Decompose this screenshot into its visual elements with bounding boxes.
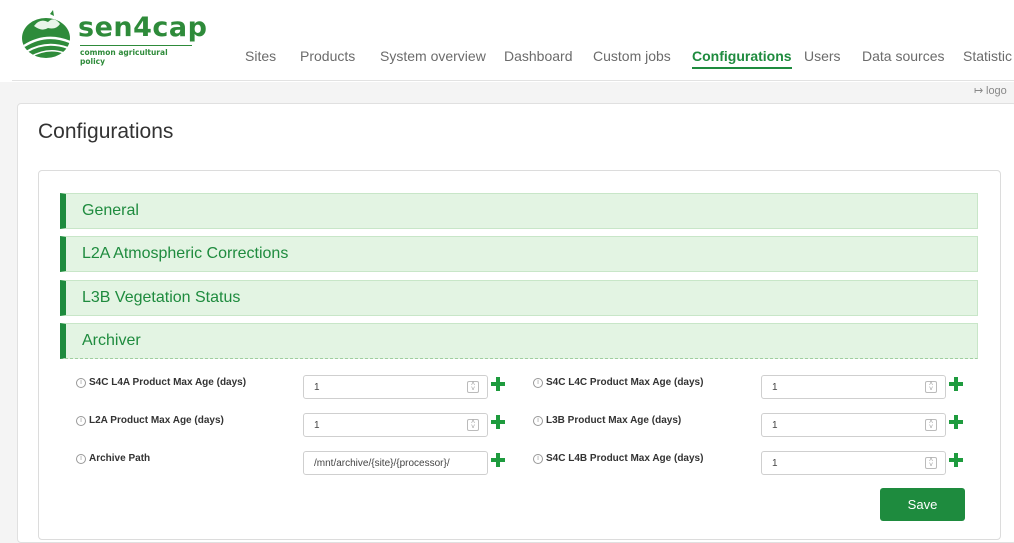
label-l2a-max-age: i L2A Product Max Age (days) — [76, 415, 224, 426]
accordion-general-label: General — [82, 202, 139, 219]
accordion-l2a[interactable]: L2A Atmospheric Corrections — [60, 236, 978, 272]
field-value: 1 — [772, 420, 778, 431]
nav-products[interactable]: Products — [300, 48, 355, 64]
accordion-l2a-label: L2A Atmospheric Corrections — [82, 245, 289, 262]
spinner-icon[interactable]: ˄ ˅ — [925, 419, 937, 431]
label-s4c-l4c-max-age: i S4C L4C Product Max Age (days) — [533, 377, 703, 388]
nav-custom-jobs[interactable]: Custom jobs — [593, 48, 671, 64]
logoff-label: logo — [986, 85, 1007, 97]
accordion-archiver-label: Archiver — [82, 332, 141, 349]
add-icon[interactable] — [949, 377, 963, 391]
spinner-icon[interactable]: ˄ ˅ — [467, 419, 479, 431]
accordion-general[interactable]: General — [60, 193, 978, 229]
nav-users[interactable]: Users — [804, 48, 841, 64]
spinner-icon[interactable]: ˄ ˅ — [925, 457, 937, 469]
archive-path-input[interactable]: /mnt/archive/{site}/{processor}/ — [303, 451, 488, 475]
info-icon: i — [533, 378, 543, 388]
s4c-l4a-max-age-input[interactable]: 1 ˄ ˅ — [303, 375, 488, 399]
logout-icon: ↦ — [974, 85, 984, 97]
add-icon[interactable] — [491, 415, 505, 429]
spinner-icon[interactable]: ˄ ˅ — [467, 381, 479, 393]
add-icon[interactable] — [949, 415, 963, 429]
save-button[interactable]: Save — [880, 488, 965, 521]
info-icon: i — [76, 416, 86, 426]
top-header: sen4cap common agricultural policy Sites… — [0, 0, 1014, 82]
l3b-max-age-input[interactable]: 1 ˄ ˅ — [761, 413, 946, 437]
l2a-max-age-input[interactable]: 1 ˄ ˅ — [303, 413, 488, 437]
nav-data-sources[interactable]: Data sources — [862, 48, 944, 64]
page-title: Configurations — [38, 120, 174, 143]
info-icon: i — [76, 378, 86, 388]
add-icon[interactable] — [491, 453, 505, 467]
logo-divider — [80, 45, 192, 46]
field-value: 1 — [772, 458, 778, 469]
nav-statistics[interactable]: Statistic — [963, 48, 1012, 64]
main-nav: Sites Products System overview Dashboard… — [0, 48, 1014, 72]
logoff-link[interactable]: ↦ logo — [974, 84, 1007, 97]
logo-title: sen4cap — [78, 12, 208, 43]
nav-dashboard[interactable]: Dashboard — [504, 48, 573, 64]
label-s4c-l4a-max-age: i S4C L4A Product Max Age (days) — [76, 377, 246, 388]
field-value: 1 — [314, 382, 320, 393]
add-icon[interactable] — [491, 377, 505, 391]
nav-configurations[interactable]: Configurations — [692, 48, 792, 69]
label-l3b-max-age: i L3B Product Max Age (days) — [533, 415, 681, 426]
nav-system-overview[interactable]: System overview — [380, 48, 486, 64]
add-icon[interactable] — [949, 453, 963, 467]
accordion-archiver[interactable]: Archiver — [60, 323, 978, 359]
info-icon: i — [533, 454, 543, 464]
nav-sites[interactable]: Sites — [245, 48, 276, 64]
s4c-l4b-max-age-input[interactable]: 1 ˄ ˅ — [761, 451, 946, 475]
field-value: 1 — [772, 382, 778, 393]
label-archive-path: i Archive Path — [76, 453, 150, 464]
header-divider — [12, 80, 1014, 81]
info-icon: i — [533, 416, 543, 426]
spinner-icon[interactable]: ˄ ˅ — [925, 381, 937, 393]
accordion-l3b[interactable]: L3B Vegetation Status — [60, 280, 978, 316]
accordion-l3b-label: L3B Vegetation Status — [82, 289, 241, 306]
info-icon: i — [76, 454, 86, 464]
field-value: /mnt/archive/{site}/{processor}/ — [314, 458, 450, 469]
field-value: 1 — [314, 420, 320, 431]
s4c-l4c-max-age-input[interactable]: 1 ˄ ˅ — [761, 375, 946, 399]
label-s4c-l4b-max-age: i S4C L4B Product Max Age (days) — [533, 453, 703, 464]
